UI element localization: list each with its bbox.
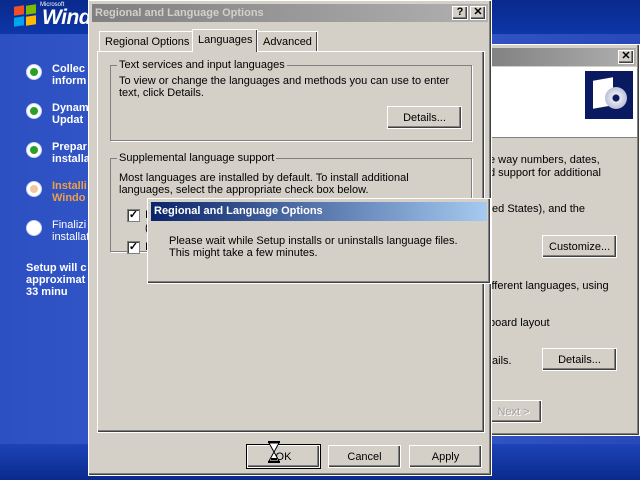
cd-package-icon	[585, 71, 633, 119]
progress-message: Please wait while Setup installs or unin…	[169, 235, 458, 259]
close-icon[interactable]: ✕	[618, 50, 634, 64]
help-icon[interactable]: ?	[452, 6, 468, 20]
step-current-icon	[26, 181, 42, 197]
back-text-3: ted States), and the	[489, 203, 586, 215]
tab-advanced[interactable]: Advanced	[257, 31, 318, 51]
tab-regional-options[interactable]: Regional Options	[99, 31, 196, 51]
windows-flag-icon	[14, 4, 38, 28]
supplemental-description: Most languages are installed by default.…	[119, 172, 409, 196]
details-button-back[interactable]: Details...	[542, 348, 617, 371]
checkbox-east-asian[interactable]: ✓	[127, 241, 140, 254]
tab-languages[interactable]: Languages	[192, 29, 259, 52]
cancel-button[interactable]: Cancel	[328, 445, 401, 468]
customize-button[interactable]: Customize...	[542, 235, 617, 258]
progress-dialog: Regional and Language Options Please wai…	[147, 198, 491, 284]
progress-title: Regional and Language Options	[154, 205, 323, 217]
next-button[interactable]: Next >	[485, 400, 542, 423]
back-text-1: e way numbers, dates,	[489, 154, 600, 166]
back-dialog-titlebar: ✕	[487, 48, 636, 66]
step-pending-icon	[26, 220, 42, 236]
back-dialog: ✕ e way numbers, dates, d support for ad…	[485, 44, 640, 436]
step-done-icon	[26, 103, 42, 119]
text-services-title: Text services and input languages	[117, 59, 287, 71]
step-done-icon	[26, 64, 42, 80]
progress-titlebar: Regional and Language Options	[151, 202, 487, 221]
back-text-5: board layout	[489, 317, 550, 329]
apply-button[interactable]: Apply	[409, 445, 482, 468]
ok-button[interactable]: OK	[246, 444, 321, 469]
details-button[interactable]: Details...	[387, 106, 462, 129]
back-text-2: d support for additional	[489, 167, 601, 179]
close-icon[interactable]: ✕	[470, 6, 486, 20]
back-text-4: ifferent languages, using	[489, 280, 609, 292]
hourglass-icon	[268, 441, 280, 463]
checkbox-complex-scripts[interactable]: ✓	[127, 209, 140, 222]
header-divider	[487, 137, 637, 138]
dialog-title: Regional and Language Options	[95, 7, 264, 19]
text-services-description: To view or change the languages and meth…	[119, 75, 450, 99]
supplemental-title: Supplemental language support	[117, 152, 277, 164]
back-text-6: tails.	[489, 355, 512, 367]
setup-time-remaining: Setup will c approximat 33 minu	[26, 262, 87, 298]
dialog-titlebar: Regional and Language Options ? ✕	[92, 4, 488, 22]
text-services-group: Text services and input languages To vie…	[110, 59, 472, 141]
step-done-icon	[26, 142, 42, 158]
